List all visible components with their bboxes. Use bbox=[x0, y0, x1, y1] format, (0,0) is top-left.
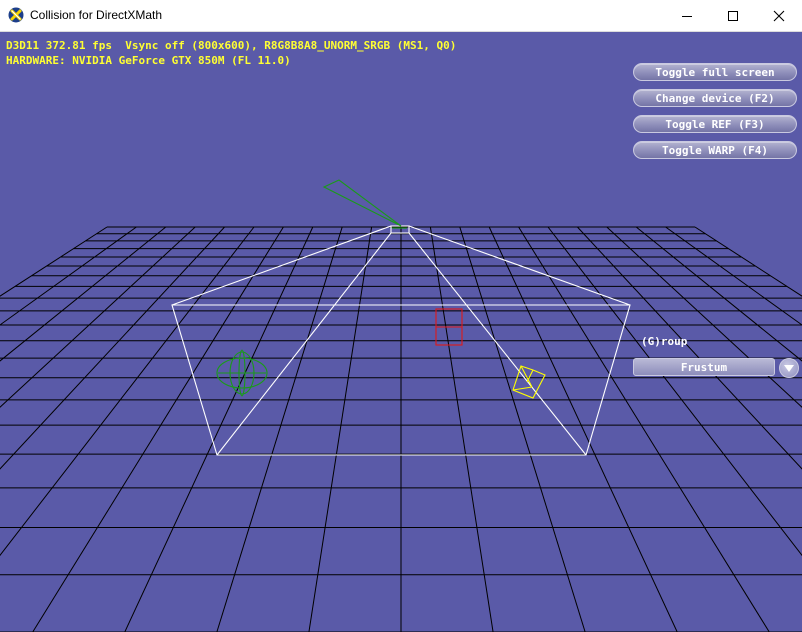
stats-line-2: HARDWARE: NVIDIA GeForce GTX 850M (FL 11… bbox=[6, 54, 291, 67]
minimize-button[interactable] bbox=[664, 0, 710, 31]
grid-line-depth bbox=[0, 226, 137, 326]
grid-line-depth bbox=[0, 226, 167, 362]
oriented-box-shape bbox=[512, 365, 546, 399]
grid-line-depth bbox=[429, 226, 494, 632]
stats-line-1: D3D11 372.81 fps Vsync off (800x600), R8… bbox=[6, 39, 457, 52]
grid-line-depth bbox=[216, 226, 343, 632]
render-viewport[interactable]: D3D11 372.81 fps Vsync off (800x600), R8… bbox=[0, 32, 802, 632]
grid-line-depth bbox=[32, 226, 284, 632]
window-title: Collision for DirectXMath bbox=[30, 8, 163, 22]
minimize-icon bbox=[682, 15, 692, 17]
change-device-button[interactable]: Change device (F2) bbox=[633, 89, 797, 107]
grid-line-depth bbox=[547, 226, 802, 557]
maximize-button[interactable] bbox=[710, 0, 756, 31]
ground-grid bbox=[0, 226, 802, 632]
ray-shape bbox=[322, 179, 407, 229]
grid-line-depth bbox=[577, 226, 802, 470]
group-combobox[interactable]: Frustum bbox=[633, 358, 775, 376]
toggle-warp-button[interactable]: Toggle WARP (F4) bbox=[633, 141, 797, 159]
chevron-down-icon bbox=[784, 365, 794, 372]
title-bar: Collision for DirectXMath bbox=[0, 0, 802, 32]
group-dropdown-button[interactable] bbox=[779, 358, 799, 378]
directx-icon bbox=[8, 7, 24, 23]
close-icon bbox=[773, 10, 785, 21]
grid-line-depth bbox=[665, 226, 802, 326]
close-button[interactable] bbox=[756, 0, 802, 31]
grid-line-depth bbox=[0, 226, 225, 470]
toggle-full-screen-button[interactable]: Toggle full screen bbox=[633, 63, 797, 81]
group-label: (G)roup bbox=[641, 335, 688, 348]
grid-line-depth bbox=[308, 226, 373, 632]
grid-line-depth bbox=[518, 226, 770, 632]
aabox-shape bbox=[435, 308, 463, 346]
maximize-icon bbox=[728, 10, 738, 21]
toggle-ref-button[interactable]: Toggle REF (F3) bbox=[633, 115, 797, 133]
sphere-shape bbox=[216, 349, 268, 397]
grid-line-depth bbox=[0, 226, 255, 557]
grid-line-depth bbox=[635, 226, 802, 362]
